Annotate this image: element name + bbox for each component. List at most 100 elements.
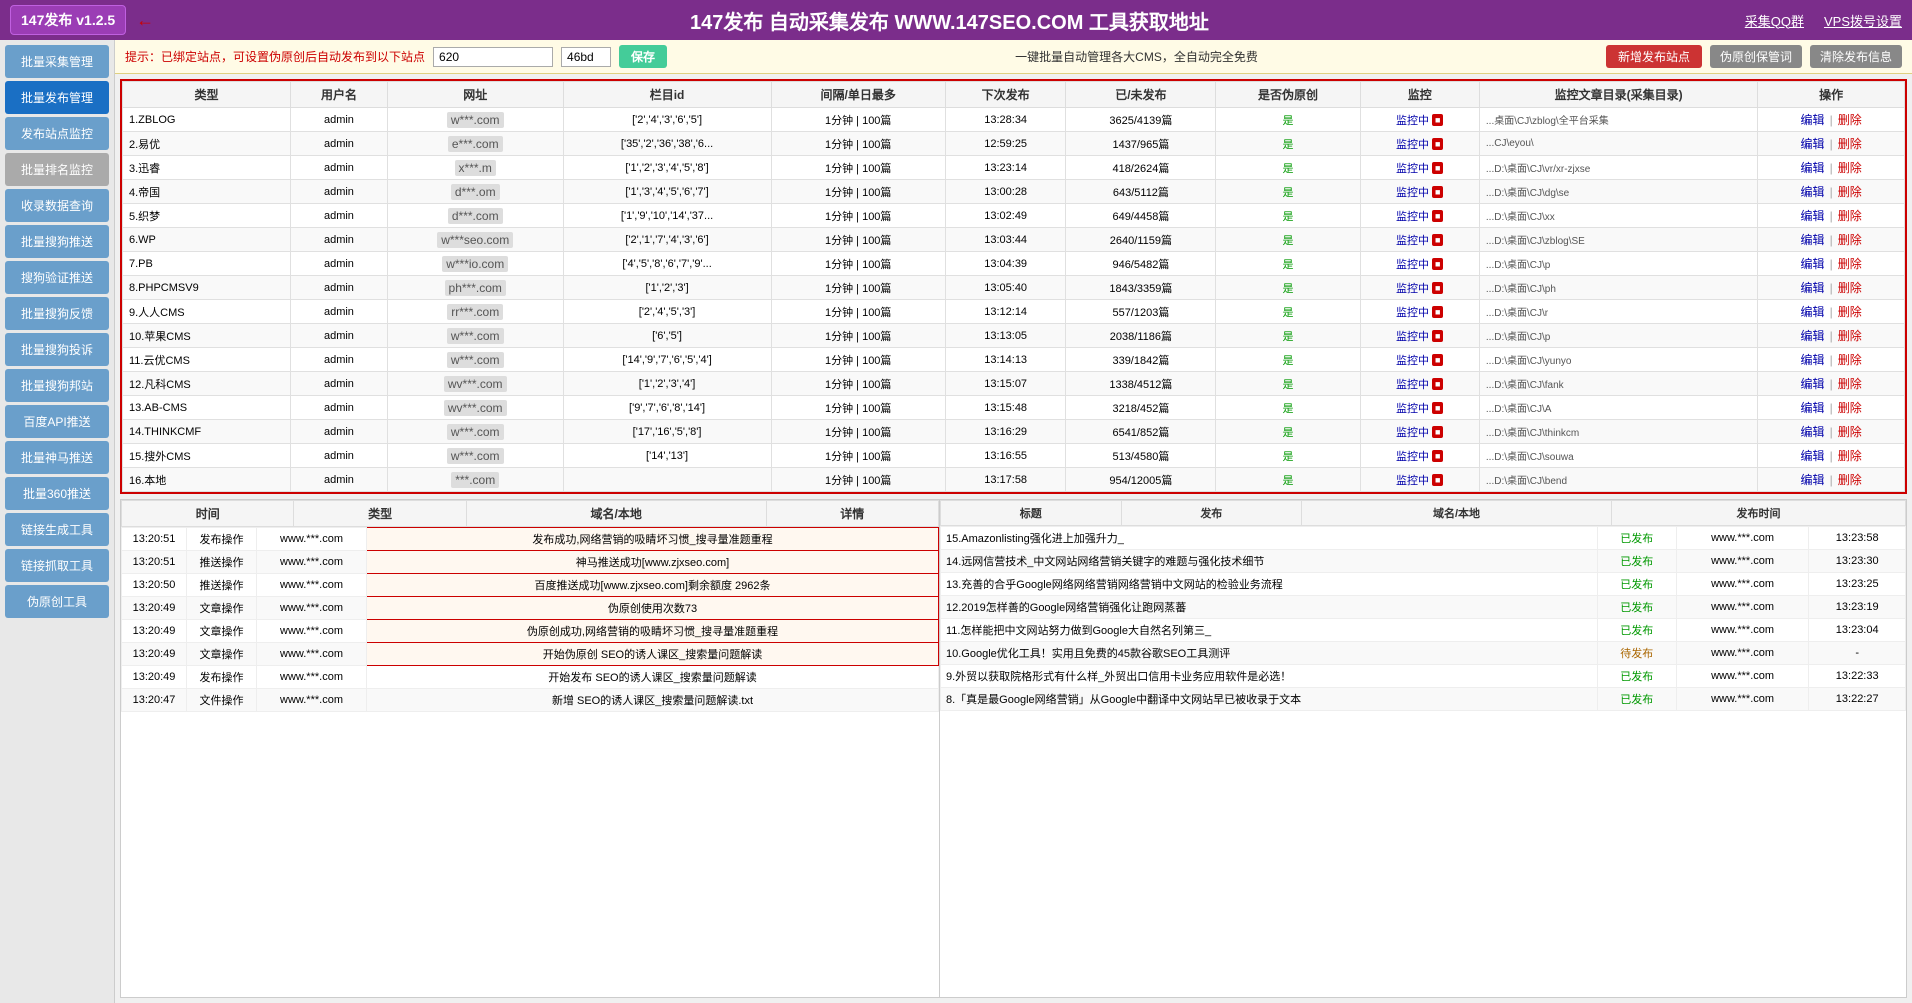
sidebar-item-link-fetch[interactable]: 链接抓取工具 <box>5 549 109 582</box>
clear-button[interactable]: 清除发布信息 <box>1810 45 1902 68</box>
cell-type: 14.THINKCMF <box>123 420 291 444</box>
cell-path: ...D:\桌面\CJ\xx <box>1479 204 1757 228</box>
cell-ids: ['1','2','3','4','5','8'] <box>563 156 771 180</box>
table-row: 6.WP admin w***seo.com ['2','1','7','4',… <box>123 228 1905 252</box>
cell-count: 946/5482篇 <box>1066 252 1216 276</box>
monitor-on-label: 监控中 <box>1396 376 1429 392</box>
right-row: 10.Google优化工具！实用且免费的45款谷歌SEO工具测评 待发布 www… <box>941 642 1906 665</box>
vps-settings-link[interactable]: VPS拨号设置 <box>1824 11 1902 30</box>
cell-next: 13:00:28 <box>945 180 1065 204</box>
cell-op: 编辑 | 删除 <box>1758 396 1905 420</box>
delete-link[interactable]: 删除 <box>1838 137 1862 151</box>
cell-user: admin <box>291 156 388 180</box>
delete-link[interactable]: 删除 <box>1838 185 1862 199</box>
log-detail: 伪原创使用次数73 <box>367 597 939 620</box>
edit-link[interactable]: 编辑 <box>1800 353 1824 367</box>
right-domain: www.***.com <box>1676 573 1809 596</box>
qq-group-link[interactable]: 采集QQ群 <box>1745 11 1804 30</box>
edit-link[interactable]: 编辑 <box>1800 161 1824 175</box>
edit-link[interactable]: 编辑 <box>1800 209 1824 223</box>
cell-monitor: 监控中 ■ <box>1360 348 1479 372</box>
delete-link[interactable]: 删除 <box>1838 401 1862 415</box>
edit-link[interactable]: 编辑 <box>1800 329 1824 343</box>
cell-user: admin <box>291 132 388 156</box>
delete-link[interactable]: 删除 <box>1838 209 1862 223</box>
delete-link[interactable]: 删除 <box>1838 449 1862 463</box>
sidebar-item-sogou-bind[interactable]: 批量搜狗邦站 <box>5 369 109 402</box>
cell-fake: 是 <box>1216 180 1360 204</box>
log-type: 推送操作 <box>187 551 257 574</box>
edit-link[interactable]: 编辑 <box>1800 281 1824 295</box>
edit-link[interactable]: 编辑 <box>1800 113 1824 127</box>
edit-link[interactable]: 编辑 <box>1800 401 1824 415</box>
edit-link[interactable]: 编辑 <box>1800 257 1824 271</box>
token-input2[interactable] <box>561 47 611 67</box>
log-domain: www.***.com <box>257 574 367 597</box>
edit-link[interactable]: 编辑 <box>1800 137 1824 151</box>
log-type: 文章操作 <box>187 643 257 666</box>
monitor-on-label: 监控中 <box>1396 184 1429 200</box>
edit-link[interactable]: 编辑 <box>1800 233 1824 247</box>
log-col-domain: 域名/本地 <box>466 501 766 527</box>
cell-interval: 1分钟 | 100篇 <box>771 396 945 420</box>
log-detail: 神马推送成功[www.zjxseo.com] <box>367 551 939 574</box>
op-separator: | <box>1830 425 1833 439</box>
delete-link[interactable]: 删除 <box>1838 161 1862 175</box>
delete-link[interactable]: 删除 <box>1838 113 1862 127</box>
sidebar-item-link-gen[interactable]: 链接生成工具 <box>5 513 109 546</box>
sidebar-item-360-push[interactable]: 批量360推送 <box>5 477 109 510</box>
edit-link[interactable]: 编辑 <box>1800 473 1824 487</box>
log-table: 时间 类型 域名/本地 详情 <box>121 500 939 527</box>
cell-url: x***.m <box>387 156 563 180</box>
edit-link[interactable]: 编辑 <box>1800 377 1824 391</box>
cell-monitor: 监控中 ■ <box>1360 180 1479 204</box>
delete-link[interactable]: 删除 <box>1838 257 1862 271</box>
log-domain: www.***.com <box>257 643 367 666</box>
edit-link[interactable]: 编辑 <box>1800 305 1824 319</box>
log-col-type: 类型 <box>294 501 466 527</box>
delete-link[interactable]: 删除 <box>1838 377 1862 391</box>
right-title: 9.外贸以获取院格形式有什么样_外贸出口信用卡业务应用软件是必选！ <box>941 665 1598 688</box>
cell-url: ***.com <box>387 468 563 492</box>
cell-count: 2038/1186篇 <box>1066 324 1216 348</box>
monitor-on-label: 监控中 <box>1396 280 1429 296</box>
cell-monitor: 监控中 ■ <box>1360 420 1479 444</box>
cell-type: 9.人人CMS <box>123 300 291 324</box>
cell-count: 2640/1159篇 <box>1066 228 1216 252</box>
sidebar-item-index-query[interactable]: 收录数据查询 <box>5 189 109 222</box>
save-button[interactable]: 保存 <box>619 45 667 68</box>
token-input[interactable] <box>433 47 553 67</box>
sidebar-item-publish-monitor[interactable]: 发布站点监控 <box>5 117 109 150</box>
cell-fake: 是 <box>1216 156 1360 180</box>
cell-interval: 1分钟 | 100篇 <box>771 180 945 204</box>
cell-path: ...D:\桌面\CJ\A <box>1479 396 1757 420</box>
monitor-icon: ■ <box>1432 258 1443 270</box>
sidebar-item-sogou-feedback[interactable]: 批量搜狗反馈 <box>5 297 109 330</box>
delete-link[interactable]: 删除 <box>1838 281 1862 295</box>
delete-link[interactable]: 删除 <box>1838 353 1862 367</box>
sidebar-item-sogou-complaint[interactable]: 批量搜狗投诉 <box>5 333 109 366</box>
edit-link[interactable]: 编辑 <box>1800 185 1824 199</box>
sidebar-item-batch-collect[interactable]: 批量采集管理 <box>5 45 109 78</box>
sidebar-item-fake-original[interactable]: 伪原创工具 <box>5 585 109 618</box>
sidebar-item-rank-monitor[interactable]: 批量排名监控 <box>5 153 109 186</box>
sidebar-item-baidu-api[interactable]: 百度API推送 <box>5 405 109 438</box>
delete-link[interactable]: 删除 <box>1838 305 1862 319</box>
fake-save-button[interactable]: 伪原创保管词 <box>1710 45 1802 68</box>
op-separator: | <box>1830 473 1833 487</box>
delete-link[interactable]: 删除 <box>1838 233 1862 247</box>
sidebar-item-batch-publish[interactable]: 批量发布管理 <box>5 81 109 114</box>
log-row: 13:20:47 文件操作 www.***.com 新增 SEO的诱人课区_搜索… <box>122 689 939 712</box>
sidebar-item-sogou-push[interactable]: 批量搜狗推送 <box>5 225 109 258</box>
op-separator: | <box>1830 449 1833 463</box>
sidebar-item-shenma-push[interactable]: 批量神马推送 <box>5 441 109 474</box>
delete-link[interactable]: 删除 <box>1838 329 1862 343</box>
edit-link[interactable]: 编辑 <box>1800 449 1824 463</box>
cell-op: 编辑 | 删除 <box>1758 132 1905 156</box>
sidebar-item-sogou-verify[interactable]: 搜狗验证推送 <box>5 261 109 294</box>
log-panel: 时间 类型 域名/本地 详情 13:20:51 发布操作 www.***.com… <box>120 499 940 998</box>
edit-link[interactable]: 编辑 <box>1800 425 1824 439</box>
new-site-button[interactable]: 新增发布站点 <box>1606 45 1702 68</box>
delete-link[interactable]: 删除 <box>1838 473 1862 487</box>
delete-link[interactable]: 删除 <box>1838 425 1862 439</box>
